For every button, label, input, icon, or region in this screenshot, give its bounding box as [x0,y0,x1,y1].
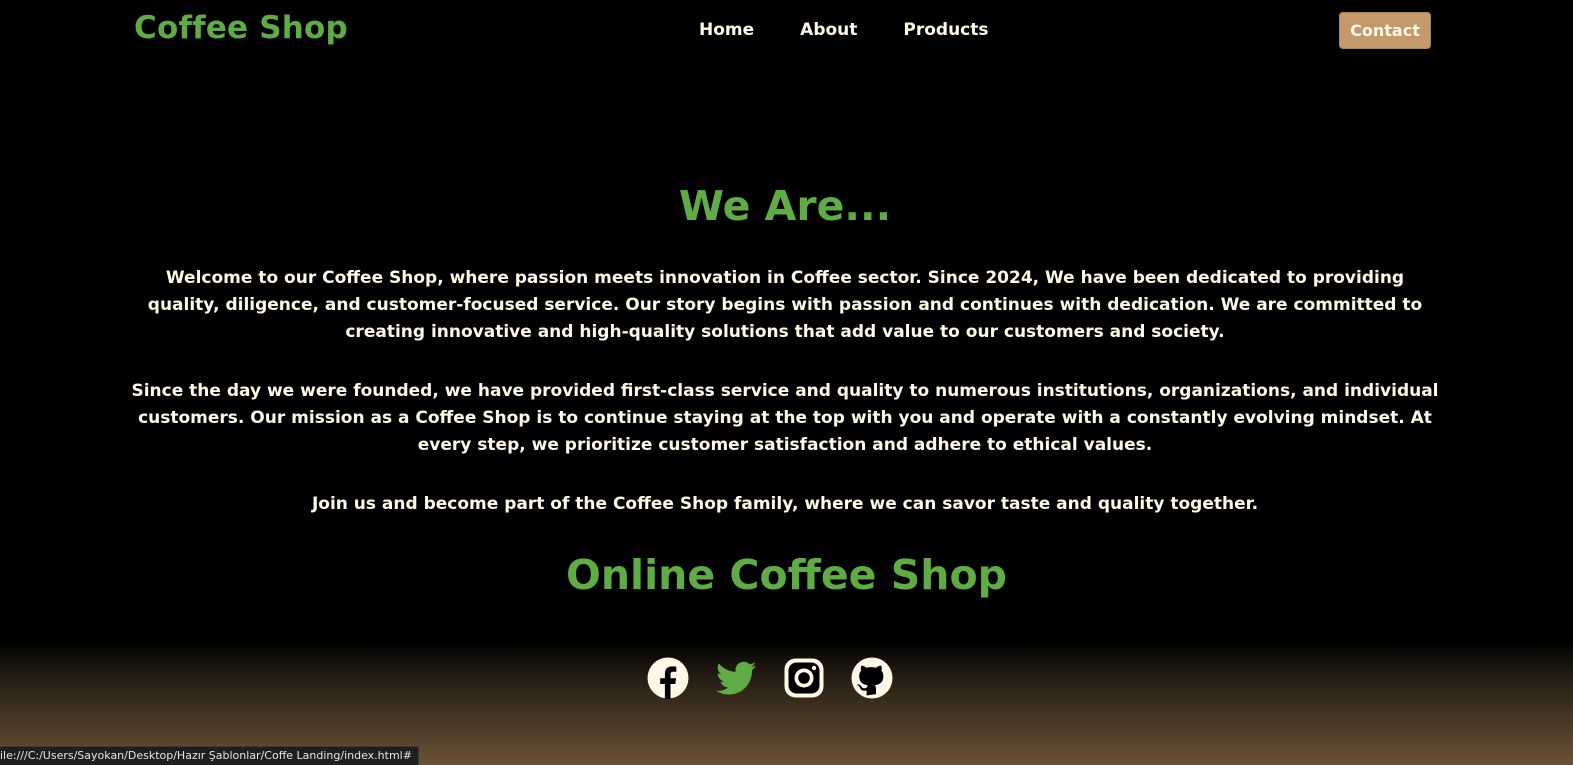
about-paragraph: Join us and become part of the Coffee Sh… [311,494,1259,514]
nav-products-link[interactable]: Products [903,20,988,40]
facebook-link[interactable] [647,657,689,699]
about-title: We Are... [678,182,892,230]
twitter-link[interactable] [715,657,757,699]
main-nav: Home About Products [699,20,1035,40]
instagram-icon [784,658,824,698]
github-icon [851,657,893,699]
instagram-link[interactable] [783,657,825,699]
browser-status-bar: ile:///C:/Users/Sayokan/Desktop/Hazır Şa… [0,746,419,765]
online-shop-title: Online Coffee Shop [565,551,1007,599]
facebook-icon [647,657,689,699]
site-logo[interactable]: Coffee Shop [134,10,348,46]
contact-button[interactable]: Contact [1339,12,1431,49]
about-section: We Are... Welcome to our Coffee Shop, wh… [130,175,1440,518]
twitter-icon [716,661,756,695]
github-link[interactable] [851,657,893,699]
site-header: Coffee Shop Home About Products Contact [0,0,1573,64]
about-paragraph: Welcome to our Coffee Shop, where passio… [147,268,1423,342]
social-links [647,657,893,699]
nav-about-link[interactable]: About [800,20,857,40]
about-paragraph: Since the day we were founded, we have p… [131,381,1439,455]
nav-home-link[interactable]: Home [699,20,754,40]
